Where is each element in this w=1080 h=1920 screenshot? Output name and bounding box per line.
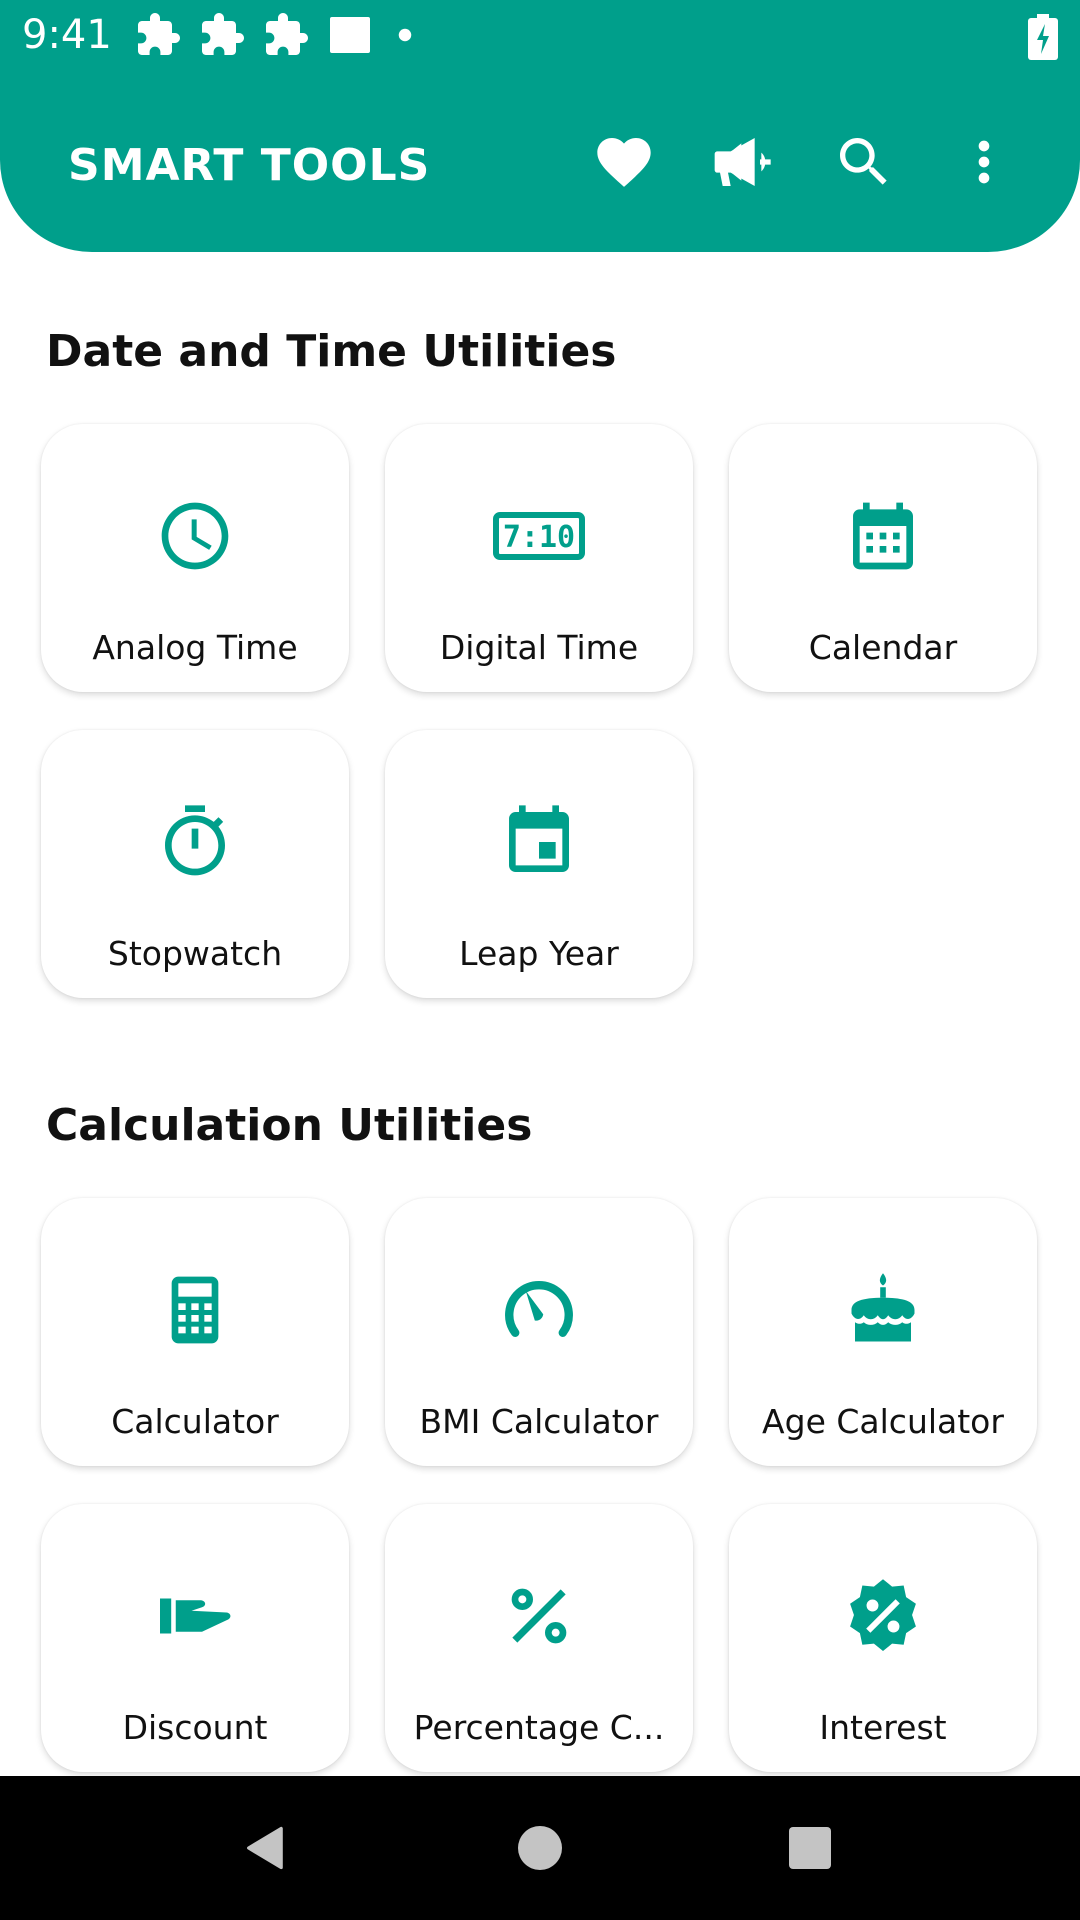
dot-icon bbox=[398, 28, 412, 42]
hand-discount-icon bbox=[160, 1598, 231, 1634]
tool-card-bmi-calculator[interactable]: BMI Calculator bbox=[385, 1198, 693, 1466]
speedometer-icon bbox=[505, 1281, 573, 1337]
tool-card-percentage-calculator[interactable]: Percentage C... bbox=[385, 1504, 693, 1772]
recents-icon bbox=[789, 1827, 831, 1869]
svg-text:7:10: 7:10 bbox=[503, 520, 575, 555]
tool-card-stopwatch[interactable]: Stopwatch bbox=[41, 730, 349, 998]
tool-label: Calendar bbox=[808, 628, 958, 667]
tool-label: Stopwatch bbox=[107, 934, 283, 973]
percent-icon bbox=[511, 1588, 567, 1644]
tool-label: Discount bbox=[122, 1708, 268, 1747]
more-options-button[interactable] bbox=[948, 130, 1020, 194]
system-nav-bar bbox=[0, 1776, 1080, 1920]
megaphone-icon bbox=[714, 138, 771, 186]
puzzle-icon bbox=[266, 13, 308, 55]
tool-card-leap-year[interactable]: Leap Year bbox=[385, 730, 693, 998]
home-icon bbox=[518, 1826, 562, 1870]
tool-label: Leap Year bbox=[459, 934, 619, 973]
tool-label: Percentage C... bbox=[413, 1708, 665, 1747]
tool-card-digital-time[interactable]: 7:10 Digital Time bbox=[385, 424, 693, 692]
app-title: SMART TOOLS bbox=[68, 140, 431, 191]
puzzle-icon bbox=[138, 13, 180, 55]
tool-card-age-calculator[interactable]: Age Calculator bbox=[729, 1198, 1037, 1466]
tool-label: Interest bbox=[819, 1708, 947, 1747]
favorites-button[interactable] bbox=[588, 130, 660, 194]
nav-recents-button[interactable] bbox=[750, 1776, 870, 1920]
search-icon bbox=[840, 138, 887, 185]
status-notifications bbox=[134, 10, 420, 60]
tool-card-discount[interactable]: Discount bbox=[41, 1504, 349, 1772]
tool-card-interest[interactable]: Interest bbox=[729, 1504, 1037, 1772]
section-title-date-time: Date and Time Utilities bbox=[46, 326, 617, 377]
puzzle-icon bbox=[202, 13, 244, 55]
tool-card-calculator[interactable]: Calculator bbox=[41, 1198, 349, 1466]
tool-label: Age Calculator bbox=[762, 1402, 1004, 1441]
announcements-button[interactable] bbox=[708, 130, 780, 194]
nav-home-button[interactable] bbox=[480, 1776, 600, 1920]
tool-label: Calculator bbox=[111, 1402, 279, 1441]
search-button[interactable] bbox=[828, 130, 900, 194]
app-bar: 9:41 SMART TOOLS bbox=[0, 0, 1080, 252]
stopwatch-icon bbox=[165, 805, 225, 876]
more-vert-icon bbox=[978, 140, 990, 184]
status-time: 9:41 bbox=[22, 12, 112, 58]
calendar-event-icon bbox=[509, 805, 569, 872]
cake-icon bbox=[851, 1273, 915, 1342]
heart-icon bbox=[597, 138, 651, 187]
section-title-calculation: Calculation Utilities bbox=[46, 1100, 533, 1151]
tool-card-analog-time[interactable]: Analog Time bbox=[41, 424, 349, 692]
back-icon bbox=[247, 1826, 283, 1870]
analog-clock-icon bbox=[161, 502, 229, 570]
tool-label: Analog Time bbox=[92, 628, 298, 667]
percent-badge-icon bbox=[850, 1579, 916, 1651]
nav-back-button[interactable] bbox=[206, 1776, 326, 1920]
tool-label: BMI Calculator bbox=[419, 1402, 659, 1441]
tool-card-calendar[interactable]: Calendar bbox=[729, 424, 1037, 692]
digital-clock-icon: 7:10 bbox=[493, 512, 585, 560]
tool-label: Digital Time bbox=[439, 628, 639, 667]
square-icon bbox=[330, 17, 370, 53]
calendar-icon bbox=[853, 502, 913, 570]
battery-charging-icon bbox=[1028, 14, 1058, 60]
calculator-icon bbox=[171, 1276, 219, 1344]
